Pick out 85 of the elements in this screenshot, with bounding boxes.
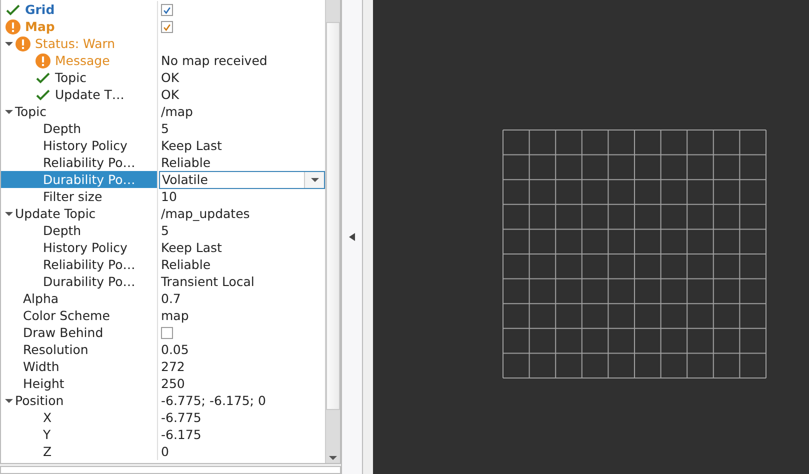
property-label: Update T… [55, 86, 124, 103]
property-value: map [161, 307, 189, 324]
property-value: Reliable [161, 256, 211, 273]
dropdown-arrow-icon[interactable] [310, 178, 318, 182]
property-row[interactable]: History Policy [1, 137, 158, 154]
property-label: History Policy [43, 239, 128, 256]
property-label: Reliability Po… [43, 154, 136, 171]
property-value: 272 [161, 358, 185, 375]
dropdown-field[interactable]: Volatile [159, 170, 325, 188]
property-value: /map [161, 103, 193, 120]
property-value: 0.7 [161, 290, 181, 307]
property-row[interactable]: Z [1, 443, 158, 460]
property-value: OK [161, 86, 180, 103]
property-label: Z [43, 443, 52, 460]
3d-viewport[interactable] [373, 0, 809, 474]
property-row[interactable]: Height [1, 375, 158, 392]
property-value: Transient Local [161, 273, 254, 290]
scrollbar-thumb[interactable] [326, 22, 340, 410]
property-label: Depth [43, 222, 82, 239]
property-row[interactable]: Reliability Po… [1, 256, 158, 273]
property-label: Topic [55, 69, 86, 86]
property-row[interactable]: Update Topic [1, 205, 158, 222]
property-row[interactable]: Y [1, 426, 158, 443]
property-label: Update Topic [15, 205, 96, 222]
scrollbar[interactable] [325, 0, 340, 463]
property-label: Message [55, 52, 110, 69]
property-row[interactable]: Depth [1, 120, 158, 137]
property-row[interactable]: History Policy [1, 239, 158, 256]
checkbox[interactable] [161, 20, 173, 32]
property-value: No map received [161, 52, 268, 69]
property-label: Durability Po… [43, 273, 136, 290]
property-label: X [43, 409, 52, 426]
expanded-arrow-icon[interactable] [5, 210, 13, 218]
property-value: Keep Last [161, 239, 222, 256]
property-value: 5 [161, 222, 169, 239]
property-row[interactable]: Color Scheme [1, 307, 158, 324]
property-label: Topic [15, 103, 46, 120]
property-row[interactable]: Alpha [1, 290, 158, 307]
property-value: -6.175 [161, 426, 202, 443]
property-row[interactable]: Depth [1, 222, 158, 239]
property-value: OK [161, 69, 180, 86]
property-label: Durability Po… [43, 171, 136, 188]
property-value: Reliable [161, 154, 211, 171]
property-label: History Policy [43, 137, 128, 154]
property-value: 250 [161, 375, 185, 392]
checkbox[interactable] [161, 4, 173, 16]
checkbox[interactable] [161, 326, 173, 338]
property-row[interactable]: Update T… [1, 86, 158, 103]
property-row[interactable]: Width [1, 358, 158, 375]
property-row[interactable]: Durability Po… [1, 171, 158, 188]
property-row[interactable]: Position [1, 392, 158, 409]
property-value: 5 [161, 120, 169, 137]
property-row[interactable]: Topic [1, 69, 158, 86]
expanded-arrow-icon[interactable] [5, 40, 13, 48]
property-label: Reliability Po… [43, 256, 136, 273]
collapse-arrow-icon[interactable] [349, 233, 355, 241]
property-value: 0 [161, 443, 169, 460]
property-label: Width [23, 358, 60, 375]
property-row[interactable]: Topic [1, 103, 158, 120]
property-label: Y [43, 426, 51, 443]
property-row[interactable]: Durability Po… [1, 273, 158, 290]
property-value: -6.775 [161, 409, 202, 426]
expanded-arrow-icon[interactable] [5, 396, 13, 404]
property-row[interactable]: Grid [1, 1, 158, 18]
property-label: Height [23, 375, 64, 392]
property-label: Draw Behind [23, 324, 104, 341]
property-row[interactable]: Filter size [1, 188, 158, 205]
property-label: Alpha [23, 290, 59, 307]
property-label: Resolution [23, 341, 88, 358]
property-value: Keep Last [161, 137, 222, 154]
property-label: Color Scheme [23, 307, 110, 324]
property-label: Grid [25, 1, 55, 18]
property-row[interactable]: Draw Behind [1, 324, 158, 341]
property-value: /map_updates [161, 205, 250, 222]
property-row[interactable]: X [1, 409, 158, 426]
property-label: Status: Warn [35, 35, 116, 52]
property-label: Filter size [43, 188, 102, 205]
property-value: 10 [161, 188, 177, 205]
property-label: Position [15, 392, 64, 409]
property-value: -6.775; -6.175; 0 [161, 392, 266, 409]
property-label: Map [25, 18, 55, 35]
property-label: Depth [43, 120, 82, 137]
property-row[interactable]: Resolution [1, 341, 158, 358]
expanded-arrow-icon[interactable] [5, 108, 13, 116]
property-value: 0.05 [161, 341, 189, 358]
